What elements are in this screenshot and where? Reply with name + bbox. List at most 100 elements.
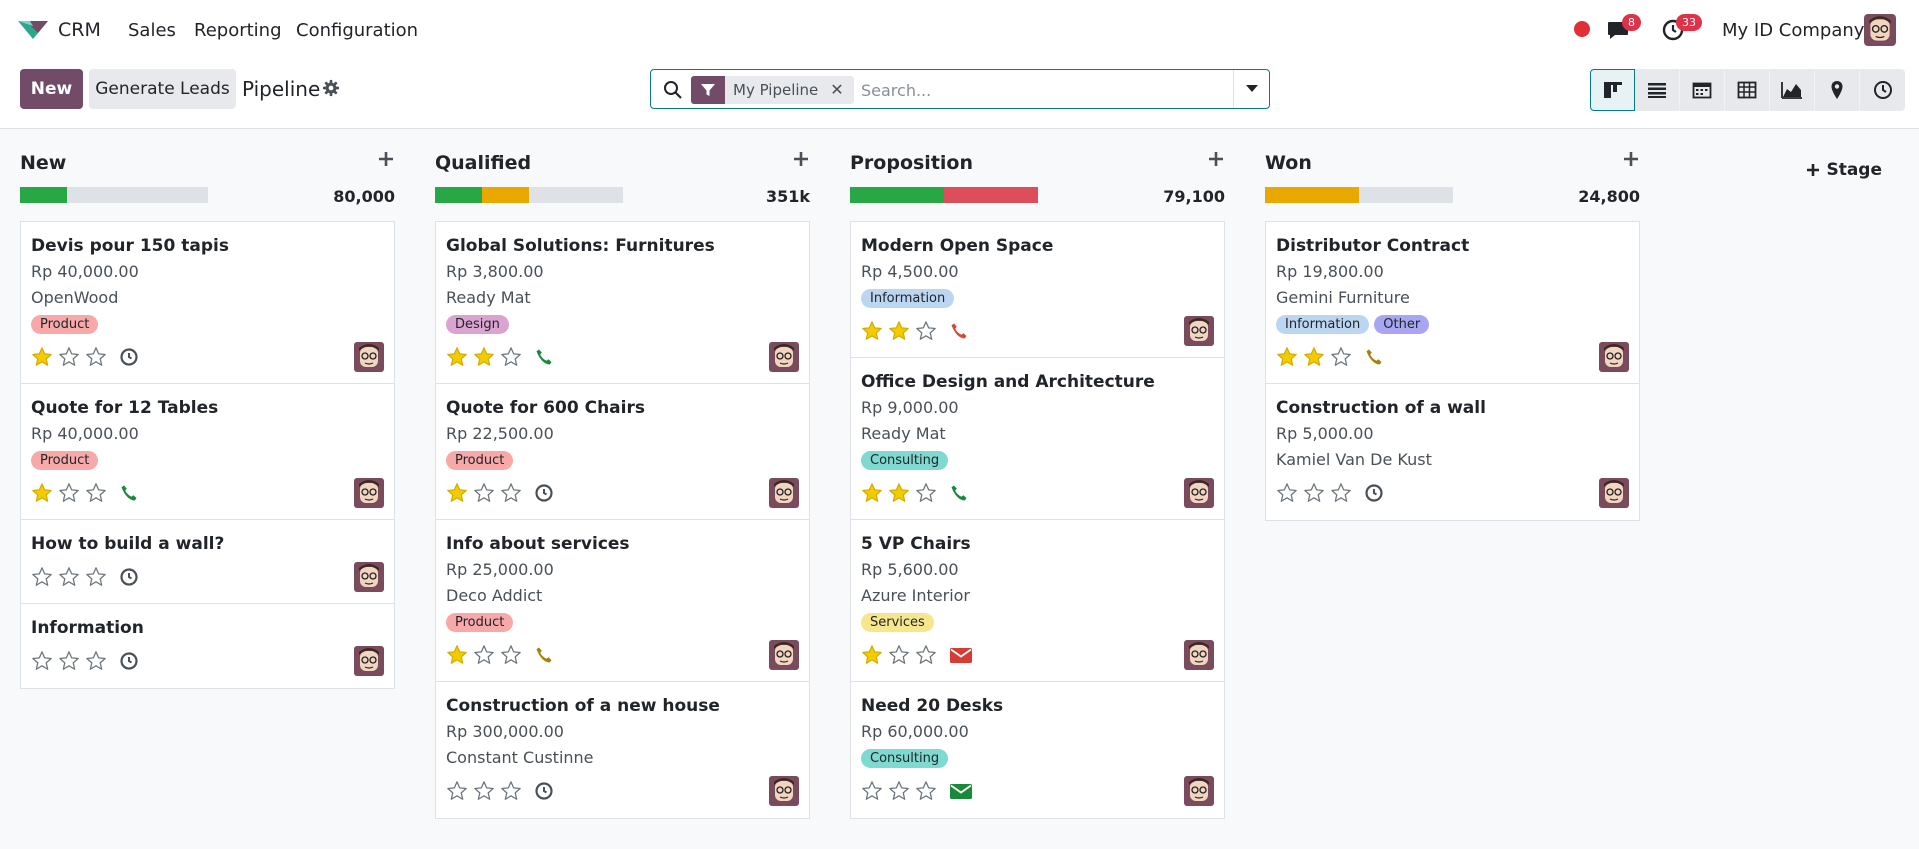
star-empty-icon[interactable] xyxy=(58,482,80,504)
quick-create-plus-icon[interactable] xyxy=(792,150,810,168)
assignee-avatar[interactable] xyxy=(354,646,384,676)
star-filled-icon[interactable] xyxy=(861,644,883,666)
star-empty-icon[interactable] xyxy=(1276,482,1298,504)
lead-card[interactable]: Global Solutions: Furnitures Rp 3,800.00 R… xyxy=(436,222,809,384)
assignee-avatar[interactable] xyxy=(769,478,799,508)
star-empty-icon[interactable] xyxy=(85,650,107,672)
star-filled-icon[interactable] xyxy=(888,320,910,342)
phone-call-icon[interactable] xyxy=(948,320,970,342)
star-empty-icon[interactable] xyxy=(1303,482,1325,504)
star-empty-icon[interactable] xyxy=(31,650,53,672)
star-filled-icon[interactable] xyxy=(446,346,468,368)
assignee-avatar[interactable] xyxy=(769,342,799,372)
calendar-view-button[interactable] xyxy=(1680,69,1725,111)
phone-call-icon[interactable] xyxy=(533,346,555,368)
lead-card[interactable]: Need 20 Desks Rp 60,000.00 Consulting xyxy=(851,682,1224,818)
gear-icon[interactable] xyxy=(322,79,340,97)
quick-create-plus-icon[interactable] xyxy=(1622,150,1640,168)
star-filled-icon[interactable] xyxy=(31,346,53,368)
star-empty-icon[interactable] xyxy=(473,780,495,802)
star-empty-icon[interactable] xyxy=(915,644,937,666)
star-empty-icon[interactable] xyxy=(58,346,80,368)
recording-indicator-icon[interactable] xyxy=(1574,21,1590,37)
assignee-avatar[interactable] xyxy=(1599,478,1629,508)
column-title[interactable]: Proposition xyxy=(850,152,973,174)
column-progress-bar[interactable] xyxy=(850,187,1038,203)
progress-segment[interactable] xyxy=(529,187,623,203)
graph-view-button[interactable] xyxy=(1770,69,1815,111)
progress-segment[interactable] xyxy=(20,187,67,203)
star-filled-icon[interactable] xyxy=(888,482,910,504)
new-button[interactable]: New xyxy=(20,69,83,109)
star-filled-icon[interactable] xyxy=(1276,346,1298,368)
star-empty-icon[interactable] xyxy=(1330,482,1352,504)
assignee-avatar[interactable] xyxy=(354,342,384,372)
lead-card[interactable]: Information xyxy=(21,604,394,688)
column-progress-bar[interactable] xyxy=(435,187,623,203)
activity-clock-icon[interactable] xyxy=(533,482,555,504)
quick-create-plus-icon[interactable] xyxy=(1207,150,1225,168)
email-icon[interactable] xyxy=(948,644,974,666)
lead-card[interactable]: Office Design and Architecture Rp 9,000.0… xyxy=(851,358,1224,520)
kanban-view-button[interactable] xyxy=(1590,69,1635,111)
activity-view-button[interactable] xyxy=(1860,69,1905,111)
star-empty-icon[interactable] xyxy=(85,482,107,504)
search-input[interactable] xyxy=(861,78,1221,102)
assignee-avatar[interactable] xyxy=(354,478,384,508)
star-empty-icon[interactable] xyxy=(85,346,107,368)
progress-segment[interactable] xyxy=(1265,187,1359,203)
menu-reporting[interactable]: Reporting xyxy=(194,20,282,41)
lead-card[interactable]: Construction of a wall Rp 5,000.00 Kamiel … xyxy=(1266,384,1639,520)
column-progress-bar[interactable] xyxy=(20,187,208,203)
star-filled-icon[interactable] xyxy=(861,320,883,342)
lead-card[interactable]: How to build a wall? xyxy=(21,520,394,604)
star-empty-icon[interactable] xyxy=(500,644,522,666)
assignee-avatar[interactable] xyxy=(1184,640,1214,670)
quick-create-plus-icon[interactable] xyxy=(377,150,395,168)
progress-segment[interactable] xyxy=(1359,187,1453,203)
map-view-button[interactable] xyxy=(1815,69,1860,111)
progress-segment[interactable] xyxy=(67,187,208,203)
company-switcher[interactable]: My ID Company xyxy=(1722,20,1864,41)
assignee-avatar[interactable] xyxy=(769,640,799,670)
star-filled-icon[interactable] xyxy=(861,482,883,504)
star-filled-icon[interactable] xyxy=(446,644,468,666)
star-filled-icon[interactable] xyxy=(446,482,468,504)
lead-card[interactable]: Devis pour 150 tapis Rp 40,000.00 OpenWood… xyxy=(21,222,394,384)
star-empty-icon[interactable] xyxy=(915,780,937,802)
star-empty-icon[interactable] xyxy=(500,346,522,368)
star-empty-icon[interactable] xyxy=(1330,346,1352,368)
column-title[interactable]: New xyxy=(20,152,66,174)
assignee-avatar[interactable] xyxy=(1184,776,1214,806)
star-empty-icon[interactable] xyxy=(915,320,937,342)
star-empty-icon[interactable] xyxy=(861,780,883,802)
menu-configuration[interactable]: Configuration xyxy=(296,20,418,41)
assignee-avatar[interactable] xyxy=(1184,316,1214,346)
activity-clock-icon[interactable] xyxy=(1363,482,1385,504)
star-empty-icon[interactable] xyxy=(500,780,522,802)
user-avatar[interactable] xyxy=(1864,14,1896,46)
star-empty-icon[interactable] xyxy=(85,566,107,588)
add-stage-button[interactable]: Stage xyxy=(1806,160,1882,180)
search-icon[interactable] xyxy=(663,80,683,100)
pivot-view-button[interactable] xyxy=(1725,69,1770,111)
activity-clock-icon[interactable] xyxy=(118,346,140,368)
assignee-avatar[interactable] xyxy=(769,776,799,806)
star-filled-icon[interactable] xyxy=(31,482,53,504)
activity-clock-icon[interactable] xyxy=(533,780,555,802)
remove-facet-button[interactable]: ✕ xyxy=(826,76,854,104)
list-view-button[interactable] xyxy=(1635,69,1680,111)
progress-segment[interactable] xyxy=(944,187,1038,203)
lead-card[interactable]: Quote for 12 Tables Rp 40,000.00 Product xyxy=(21,384,394,520)
assignee-avatar[interactable] xyxy=(1184,478,1214,508)
generate-leads-button[interactable]: Generate Leads xyxy=(89,69,236,109)
activity-clock-icon[interactable] xyxy=(118,566,140,588)
progress-segment[interactable] xyxy=(850,187,944,203)
app-name[interactable]: CRM xyxy=(58,19,101,41)
star-empty-icon[interactable] xyxy=(446,780,468,802)
menu-sales[interactable]: Sales xyxy=(128,20,176,41)
lead-card[interactable]: Construction of a new house Rp 300,000.00… xyxy=(436,682,809,818)
star-filled-icon[interactable] xyxy=(1303,346,1325,368)
progress-segment[interactable] xyxy=(435,187,482,203)
activity-clock-icon[interactable] xyxy=(118,650,140,672)
